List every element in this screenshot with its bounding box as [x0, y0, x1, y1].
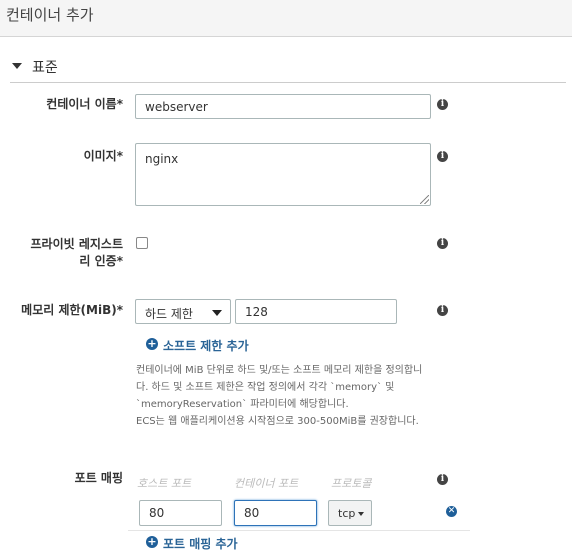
help-line: 컨테이너에 MiB 단위로 하드 및/또는 소프트 메모리 제한을 정의합니	[136, 365, 423, 376]
section-title: 표준	[32, 60, 58, 76]
plus-circle-icon: +	[146, 535, 158, 548]
memory-help-text: 컨테이너에 MiB 단위로 하드 및/또는 소프트 메모리 제한을 정의합니 다…	[136, 362, 436, 430]
host-port-input[interactable]	[139, 500, 222, 526]
protocol-column-header: 프로토콜	[331, 477, 372, 490]
container-port-input[interactable]	[234, 500, 317, 526]
resize-handle-icon[interactable]	[420, 195, 429, 204]
image-label: 이미지*	[83, 149, 123, 163]
add-soft-limit-label: 소프트 제한 추가	[163, 339, 249, 353]
memory-limit-label: 메모리 제한(MiB)*	[21, 303, 123, 317]
memory-limit-type-value: 하드 제한	[145, 307, 193, 321]
page-title: 컨테이너 추가	[6, 6, 94, 24]
image-textarea[interactable]: nginx	[135, 143, 431, 206]
port-mapping-label: 포트 매핑	[74, 471, 123, 485]
info-icon[interactable]: i	[437, 305, 448, 316]
add-port-mapping-label: 포트 매핑 추가	[163, 537, 238, 551]
container-name-label: 컨테이너 이름*	[46, 97, 123, 111]
help-line: `memoryReservation` 파라미터에 해당합니다.	[136, 399, 349, 410]
row-divider	[128, 530, 470, 531]
protocol-dropdown[interactable]: tcp	[328, 500, 372, 526]
caret-down-icon	[358, 512, 364, 516]
protocol-value: tcp	[338, 507, 356, 520]
info-icon[interactable]: i	[437, 151, 448, 162]
info-icon[interactable]: i	[437, 99, 448, 110]
private-registry-checkbox[interactable]	[136, 237, 148, 249]
caret-down-icon	[212, 310, 222, 316]
help-line: ECS는 웹 애플리케이션용 시작점으로 300-500MiB를 권장합니다.	[136, 416, 419, 427]
memory-limit-input[interactable]	[235, 299, 397, 324]
memory-limit-type-select[interactable]: 하드 제한	[135, 299, 231, 324]
host-port-column-header: 호스트 포트	[137, 477, 192, 490]
info-icon[interactable]: i	[437, 238, 448, 249]
page-header: 컨테이너 추가	[0, 0, 572, 37]
remove-circle-icon[interactable]: ✕	[446, 506, 457, 517]
private-registry-label: 프라이빗 레지스트리 인증*	[30, 237, 124, 268]
section-toggle-standard[interactable]: 표준	[12, 55, 566, 79]
caret-down-icon	[12, 63, 22, 69]
container-name-input[interactable]	[135, 94, 431, 119]
section-divider	[10, 82, 566, 83]
help-line: 다. 하드 및 소프트 제한은 작업 정의에서 각각 `memory` 및	[136, 382, 395, 393]
plus-circle-icon: +	[146, 337, 158, 350]
container-port-column-header: 컨테이너 포트	[234, 477, 299, 490]
info-icon[interactable]: i	[437, 474, 448, 485]
